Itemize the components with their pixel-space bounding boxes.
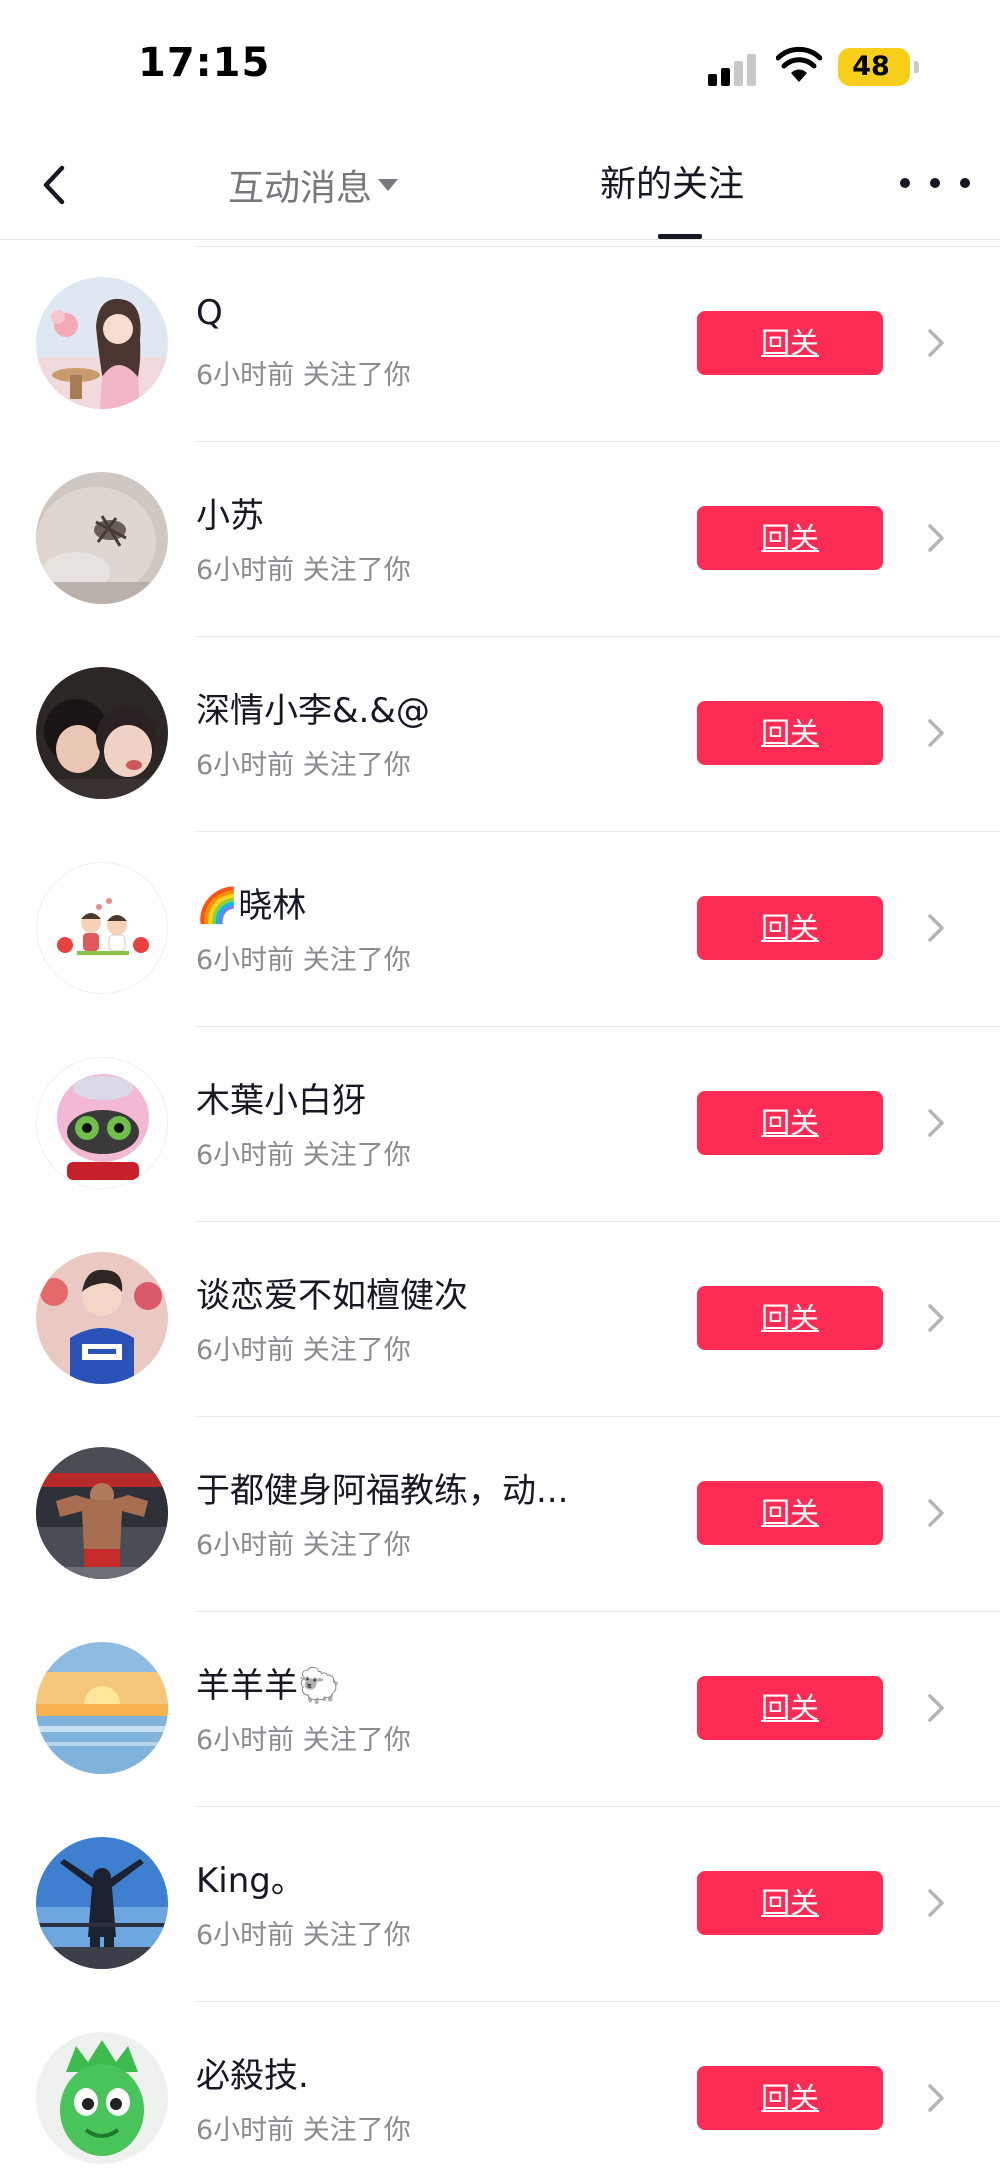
avatar[interactable]: [36, 1447, 168, 1579]
follower-name: 必殺技.: [196, 2056, 309, 2096]
list-item[interactable]: King。 6小时前 关注了你 回关: [0, 1807, 1000, 2002]
follow-time: 6小时前 关注了你: [196, 2115, 411, 2146]
follow-time: 6小时前 关注了你: [196, 360, 411, 391]
follow-back-button[interactable]: 回关: [697, 506, 883, 570]
follow-back-button[interactable]: 回关: [697, 311, 883, 375]
follow-time: 6小时前 关注了你: [196, 1920, 411, 1951]
tab-new-follows[interactable]: 新的关注: [600, 160, 744, 210]
top-nav: 互动消息 新的关注: [0, 130, 1000, 240]
list-item[interactable]: 深情小李&.&@ 6小时前 关注了你 回关: [0, 637, 1000, 832]
follow-back-button[interactable]: 回关: [697, 1091, 883, 1155]
list-item[interactable]: 羊羊羊🐑 6小时前 关注了你 回关: [0, 1612, 1000, 1807]
chevron-right-icon[interactable]: [920, 325, 950, 361]
avatar[interactable]: [36, 862, 168, 994]
list-item[interactable]: 小苏 6小时前 关注了你 回关: [0, 442, 1000, 637]
follow-back-button[interactable]: 回关: [697, 1286, 883, 1350]
chevron-right-icon[interactable]: [920, 1105, 950, 1141]
follower-name: 于都健身阿福教练，动...: [196, 1471, 569, 1511]
follow-back-button[interactable]: 回关: [697, 1871, 883, 1935]
chevron-right-icon[interactable]: [920, 2080, 950, 2116]
more-options-icon[interactable]: [900, 168, 970, 198]
list-item[interactable]: Q 6小时前 关注了你 回关: [0, 247, 1000, 442]
chevron-right-icon[interactable]: [920, 910, 950, 946]
battery-level: 48: [852, 51, 890, 82]
chevron-right-icon[interactable]: [920, 520, 950, 556]
follow-back-button[interactable]: 回关: [697, 1481, 883, 1545]
follow-time: 6小时前 关注了你: [196, 1725, 411, 1756]
follow-time: 6小时前 关注了你: [196, 1530, 411, 1561]
tab-interactions[interactable]: 互动消息: [228, 160, 399, 210]
avatar[interactable]: [36, 1642, 168, 1774]
avatar[interactable]: [36, 1057, 168, 1189]
avatar[interactable]: [36, 472, 168, 604]
list-item[interactable]: 于都健身阿福教练，动... 6小时前 关注了你 回关: [0, 1417, 1000, 1612]
follower-name: 谈恋爱不如檀健次: [196, 1276, 468, 1316]
list-item[interactable]: 谈恋爱不如檀健次 6小时前 关注了你 回关: [0, 1222, 1000, 1417]
chevron-right-icon[interactable]: [920, 1300, 950, 1336]
follow-back-button[interactable]: 回关: [697, 2066, 883, 2130]
status-time: 17:15: [138, 40, 271, 86]
list-item[interactable]: 木葉小白犽 6小时前 关注了你 回关: [0, 1027, 1000, 1222]
chevron-right-icon[interactable]: [920, 1690, 950, 1726]
follower-name: 木葉小白犽: [196, 1081, 366, 1121]
avatar[interactable]: [36, 1837, 168, 1969]
list-item[interactable]: 必殺技. 6小时前 关注了你 回关: [0, 2002, 1000, 2168]
back-icon[interactable]: [30, 160, 80, 210]
follow-time: 6小时前 关注了你: [196, 555, 411, 586]
follower-name: King。: [196, 1861, 305, 1901]
cellular-signal-icon: [708, 52, 758, 86]
avatar[interactable]: [36, 667, 168, 799]
battery-icon: 48: [838, 48, 919, 86]
follower-name: 小苏: [196, 496, 264, 536]
follower-name: 🌈晓林: [196, 886, 307, 926]
follow-time: 6小时前 关注了你: [196, 1335, 411, 1366]
avatar[interactable]: [36, 1252, 168, 1384]
follower-name: 深情小李&.&@: [196, 691, 430, 731]
avatar[interactable]: [36, 277, 168, 409]
chevron-right-icon[interactable]: [920, 1495, 950, 1531]
follow-back-button[interactable]: 回关: [697, 896, 883, 960]
avatar[interactable]: [36, 2032, 168, 2164]
wifi-icon: [776, 46, 822, 82]
follow-time: 6小时前 关注了你: [196, 945, 411, 976]
follow-back-button[interactable]: 回关: [697, 701, 883, 765]
status-bar: 17:15 48: [0, 0, 1000, 130]
caret-down-icon: [378, 179, 399, 191]
chevron-right-icon[interactable]: [920, 715, 950, 751]
list-item[interactable]: 🌈晓林 6小时前 关注了你 回关: [0, 832, 1000, 1027]
follower-name: 羊羊羊🐑: [196, 1666, 341, 1706]
active-tab-indicator: [658, 234, 702, 239]
follower-name: Q: [196, 293, 223, 333]
follow-back-button[interactable]: 回关: [697, 1676, 883, 1740]
tab-interactions-label: 互动消息: [228, 168, 373, 209]
chevron-right-icon[interactable]: [920, 1885, 950, 1921]
follow-time: 6小时前 关注了你: [196, 750, 411, 781]
follow-time: 6小时前 关注了你: [196, 1140, 411, 1171]
